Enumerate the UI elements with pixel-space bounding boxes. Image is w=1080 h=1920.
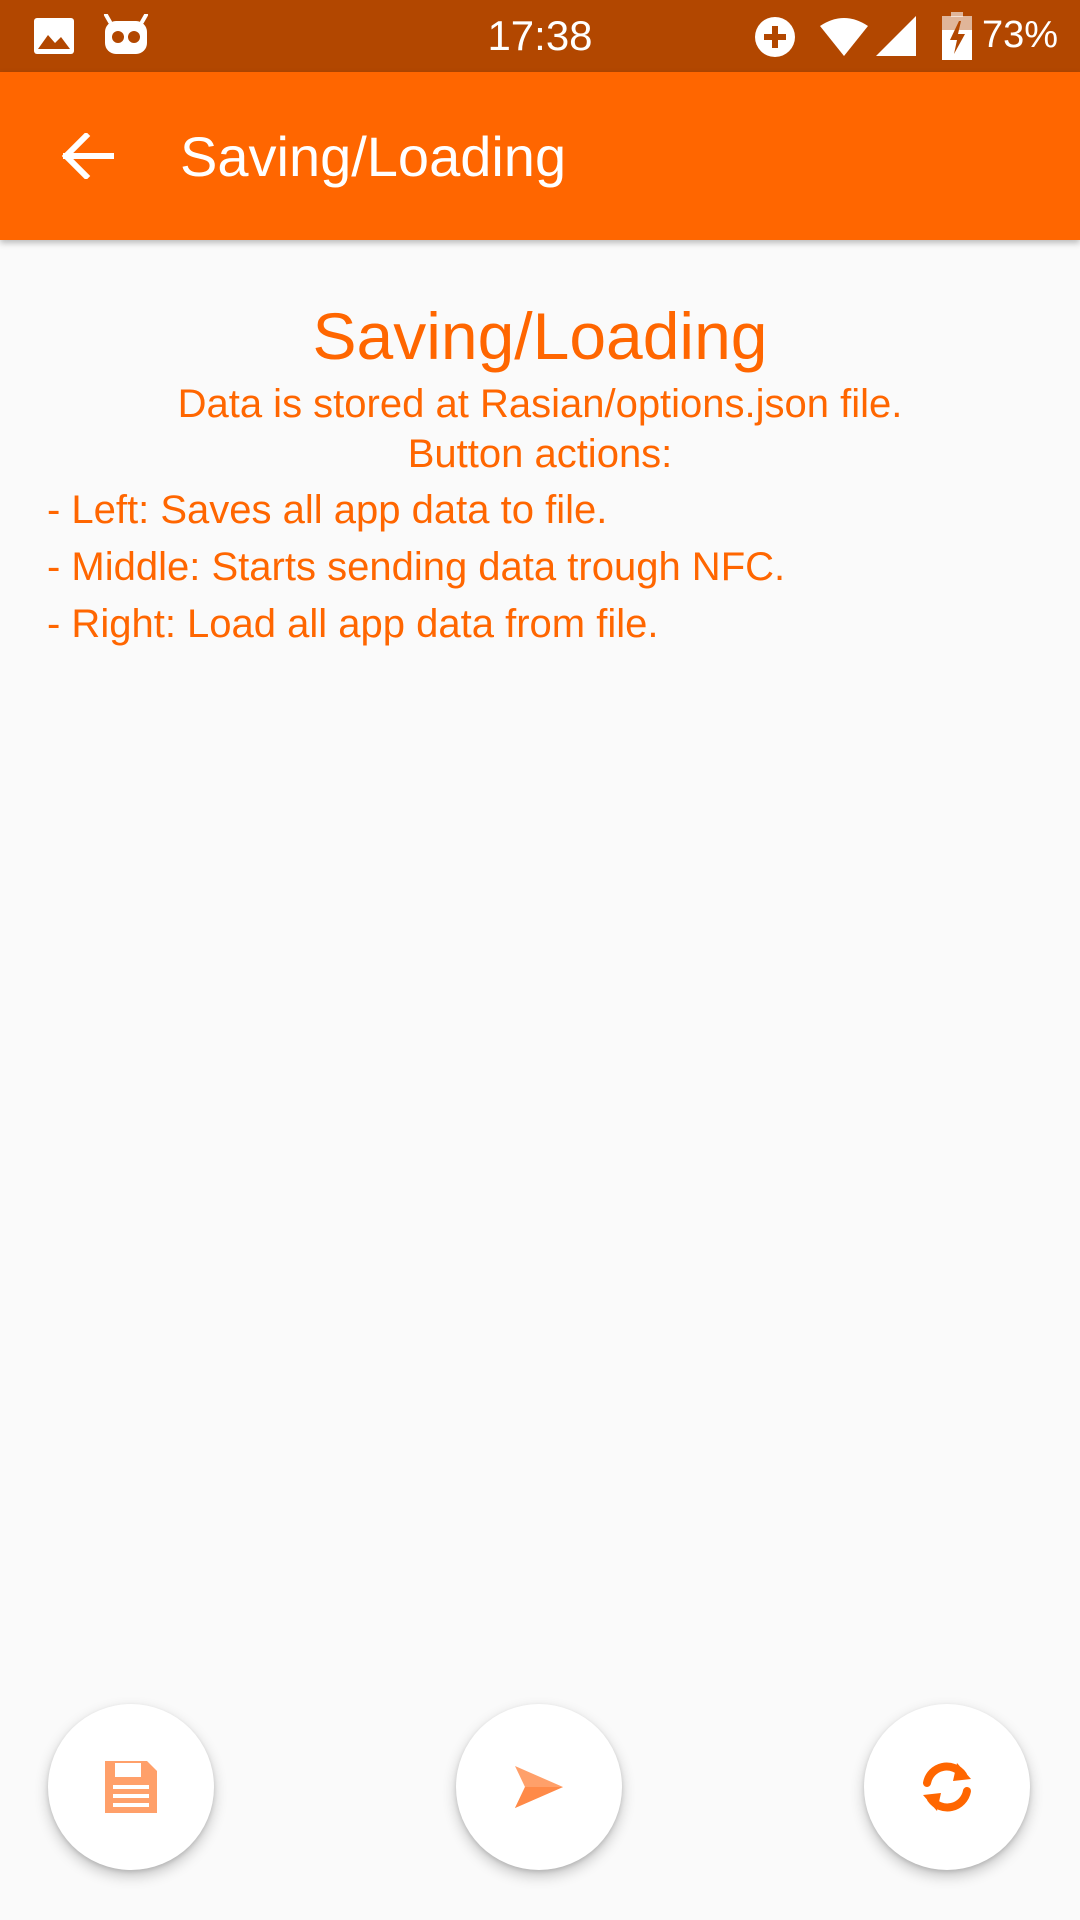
page-heading: Saving/Loading	[312, 299, 768, 373]
save-button[interactable]	[48, 1704, 214, 1870]
action-item-right: - Right: Load all app data from file.	[47, 602, 659, 646]
signal-icon	[876, 16, 916, 56]
load-button[interactable]	[864, 1704, 1030, 1870]
back-button[interactable]	[40, 108, 136, 204]
battery-charging-icon	[942, 12, 972, 60]
battery-percent: 73%	[981, 14, 1058, 56]
action-item-middle: - Middle: Starts sending data trough NFC…	[47, 545, 786, 589]
send-icon	[515, 1766, 563, 1808]
storage-description: Data is stored at Rasian/options.json fi…	[177, 382, 903, 426]
floppy-disk-icon	[105, 1761, 157, 1813]
app-bar-title: Saving/Loading	[180, 125, 567, 188]
status-time: 17:38	[487, 12, 593, 59]
app-bar: Saving/Loading	[0, 72, 1080, 240]
button-actions-label: Button actions:	[407, 432, 673, 476]
status-bar: 17:38 73%	[0, 0, 1080, 72]
arrow-back-icon	[62, 133, 114, 179]
wifi-icon	[820, 18, 868, 56]
refresh-icon	[923, 1762, 971, 1812]
send-nfc-button[interactable]	[456, 1704, 622, 1870]
data-saver-icon	[755, 17, 795, 57]
action-item-left: - Left: Saves all app data to file.	[47, 488, 608, 532]
